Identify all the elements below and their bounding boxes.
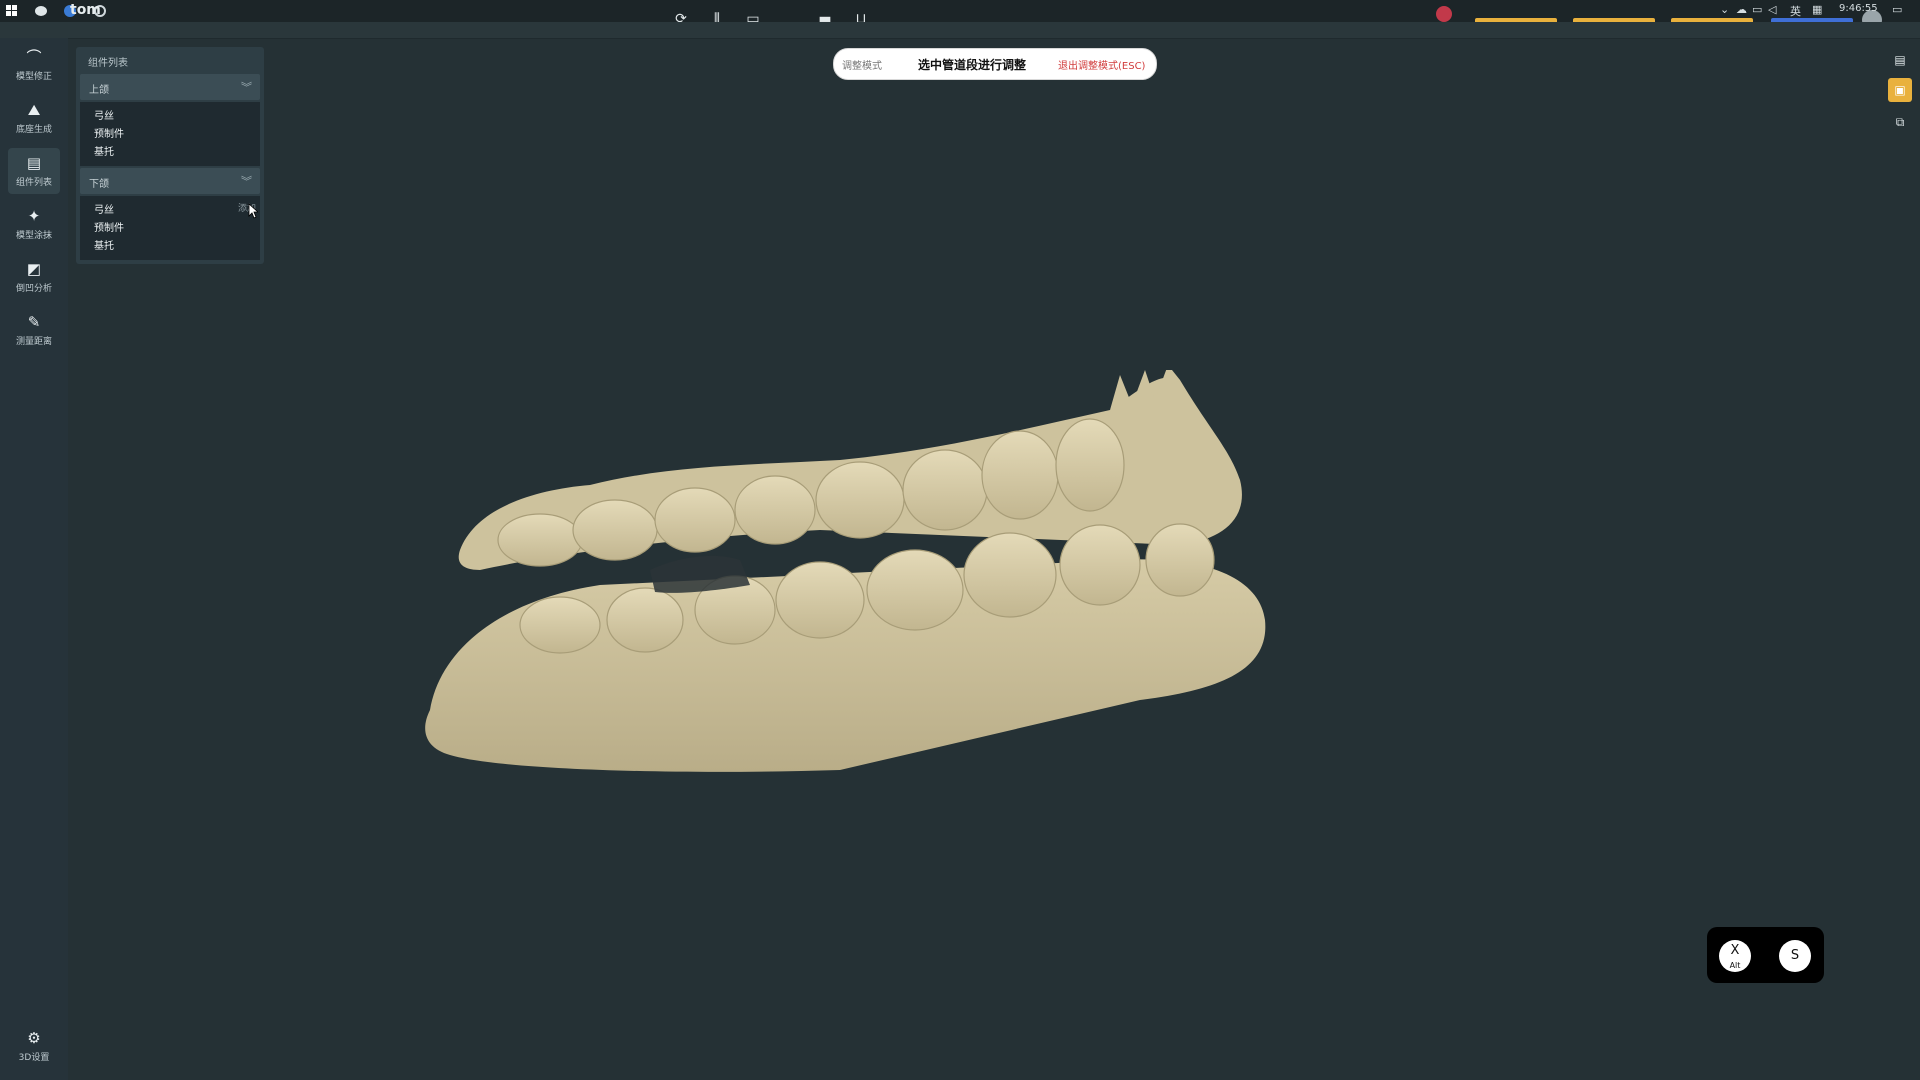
lower-prefab-item[interactable]: 预制件 (94, 219, 124, 234)
windows-start-icon[interactable] (4, 3, 20, 19)
rail-item-5[interactable]: ✎ 测量距离 (8, 307, 60, 353)
document-icon[interactable]: ▤ (1888, 48, 1912, 72)
exit-adjust-mode-button[interactable]: 退出调整模式(ESC) (1058, 57, 1145, 72)
rail-item-2[interactable]: ▤ 组件列表 (8, 148, 60, 194)
rail-label: 底座生成 (15, 124, 52, 135)
layers-icon[interactable]: ⧉ (1888, 110, 1912, 134)
ime-indicator[interactable]: 英 (1790, 3, 1801, 19)
model-paint-icon: ✦ (27, 206, 41, 225)
tray-display-icon[interactable]: ▭ (1752, 3, 1762, 16)
mode-hint: 选中管道段进行调整 (918, 58, 1027, 72)
upper-base-item[interactable]: 基托 (94, 143, 114, 158)
upper-jaw-label: 上颌 (89, 85, 109, 96)
wechat-icon[interactable] (34, 3, 50, 19)
tray-volume-icon[interactable]: ◁ (1768, 3, 1776, 16)
undercut-analysis-icon: ◩ (26, 259, 42, 278)
record-icon[interactable] (1436, 6, 1452, 22)
notification-icon[interactable]: ▭ (1892, 3, 1902, 16)
chevron-down-icon: ︾ (241, 81, 252, 94)
rail-item-3[interactable]: ✦ 模型涂抹 (8, 201, 60, 247)
upper-jaw-items: 弓丝 预制件 基托 (80, 102, 260, 166)
3d-settings-button[interactable]: ⚙ 3D设置 (8, 1030, 60, 1072)
upper-prefab-item[interactable]: 预制件 (94, 125, 124, 140)
base-generate-icon: ⛰ (27, 100, 41, 119)
rail-item-1[interactable]: ⛰ 底座生成 (8, 95, 60, 141)
app-header (0, 22, 1920, 39)
rail-label: 模型涂抹 (15, 230, 52, 241)
rail-label: 倒凹分析 (15, 283, 52, 294)
tray-chevron-icon[interactable]: ⌄ (1720, 3, 1729, 16)
tray-grid-icon[interactable]: ▦ (1812, 3, 1822, 16)
mode-label: 调整模式 (842, 61, 882, 72)
s-view-button[interactable]: S (1779, 940, 1811, 972)
lower-base-item[interactable]: 基托 (94, 237, 114, 252)
rail-item-0[interactable]: ⌒ 模型修正 (8, 42, 60, 88)
upper-archwire-item[interactable]: 弓丝 (94, 107, 114, 122)
left-toolbar: ⌒ 模型修正 ⛰ 底座生成 ▤ 组件列表 ✦ 模型涂抹 ◩ 倒凹分析 ✎ 测量距离 (0, 38, 68, 1080)
lower-jaw-section-header[interactable]: 下颌 ︾ (80, 168, 260, 194)
dental-model[interactable] (420, 370, 1280, 790)
mouse-cursor-icon (248, 203, 258, 219)
rail-item-4[interactable]: ◩ 倒凹分析 (8, 254, 60, 300)
x-view-sublabel: Alt (1729, 961, 1741, 970)
upper-jaw-section-header[interactable]: 上颌 ︾ (80, 74, 260, 100)
x-view-button[interactable]: X Alt (1719, 940, 1751, 972)
highlight-tool-icon[interactable]: ▣ (1888, 78, 1912, 102)
view-control-pad: X Alt S (1707, 927, 1824, 983)
rail-label: 测量距离 (15, 336, 52, 347)
arc-icon: ⌒ (26, 47, 42, 66)
os-taskbar: tom ⟳ ⫴ ▭ ▁ ▬ ⊔ ⌄ ☁ ▭ ◁ 英 ▦ 9:46:55 ▭ (0, 0, 1920, 31)
chevron-down-icon: ︾ (241, 175, 252, 188)
tray-network-icon[interactable]: ☁ (1736, 3, 1747, 16)
rail-label: 组件列表 (15, 177, 52, 188)
clock: 9:46:55 (1839, 3, 1878, 14)
lower-jaw-label: 下颌 (89, 179, 109, 190)
lower-archwire-item[interactable]: 弓丝 (94, 201, 114, 216)
3d-settings-label: 3D设置 (18, 1053, 50, 1063)
measure-distance-icon: ✎ (27, 312, 41, 331)
x-view-label: X (1730, 943, 1740, 958)
s-view-label: S (1790, 948, 1800, 963)
app-logo: tom (70, 2, 101, 18)
adjust-mode-bar: 调整模式 选中管道段进行调整 退出调整模式(ESC) (833, 48, 1157, 80)
gear-icon: ⚙ (27, 1029, 41, 1047)
rail-label: 模型修正 (15, 71, 52, 82)
component-list-panel: 组件列表 上颌 ︾ 弓丝 预制件 基托 下颌 ︾ 弓丝 添加 预制件 基托 (76, 47, 264, 264)
component-list-icon: ▤ (26, 153, 42, 172)
lower-jaw-items: 弓丝 添加 预制件 基托 (80, 196, 260, 260)
panel-title: 组件列表 (88, 58, 128, 69)
